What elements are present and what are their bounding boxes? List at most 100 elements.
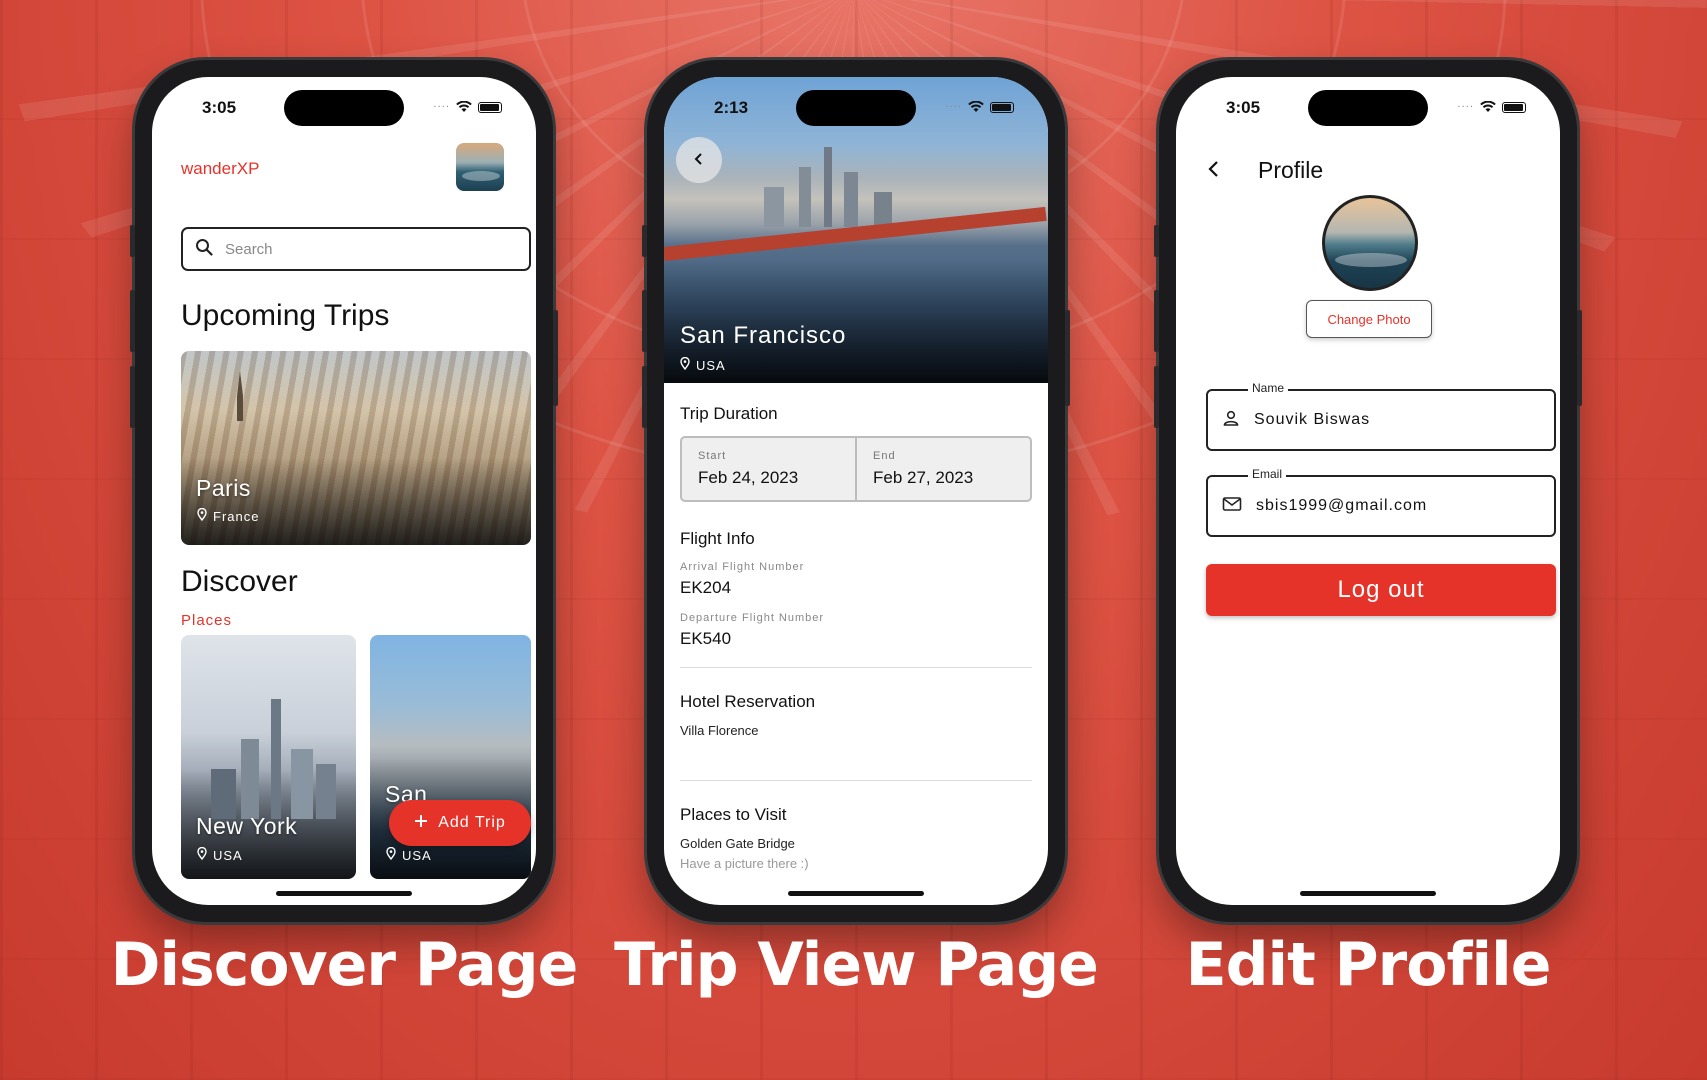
start-date-value: Feb 24, 2023 xyxy=(698,468,799,487)
place-card-country: USA xyxy=(402,847,432,863)
trip-country: USA xyxy=(696,357,726,373)
end-date-field[interactable]: End Feb 27, 2023 xyxy=(855,438,1030,500)
home-indicator xyxy=(788,891,924,896)
side-button xyxy=(1577,310,1582,406)
departure-flight-label: Departure Flight Number xyxy=(680,612,825,624)
dynamic-island xyxy=(284,90,404,126)
hotel-reservation-heading: Hotel Reservation xyxy=(680,692,816,711)
side-button xyxy=(1065,310,1070,406)
start-date-label: Start xyxy=(698,450,727,462)
dynamic-island xyxy=(796,90,916,126)
search-icon xyxy=(195,238,213,260)
email-input[interactable] xyxy=(1256,497,1536,515)
signal-dots-icon: ···· xyxy=(1457,101,1474,113)
signal-dots-icon: ···· xyxy=(433,101,450,113)
battery-icon xyxy=(990,101,1014,113)
trip-card-country: France xyxy=(213,508,260,524)
section-divider xyxy=(680,667,1032,668)
upcoming-trip-card[interactable]: Paris France xyxy=(181,351,531,545)
eiffel-tower-illustration xyxy=(234,371,246,421)
place-card[interactable]: New York USA xyxy=(181,635,356,879)
dynamic-island xyxy=(1308,90,1428,126)
logout-button[interactable]: Log out xyxy=(1206,564,1556,616)
city-skyline-illustration xyxy=(201,699,341,819)
place-to-visit-name: Golden Gate Bridge xyxy=(680,836,795,851)
change-photo-button[interactable]: Change Photo xyxy=(1306,300,1432,338)
flight-info-heading: Flight Info xyxy=(680,529,755,548)
add-trip-button[interactable]: Add Trip xyxy=(389,800,531,846)
end-date-value: Feb 27, 2023 xyxy=(873,468,974,487)
plus-icon xyxy=(414,814,428,833)
home-indicator xyxy=(276,891,412,896)
side-button xyxy=(553,310,558,406)
email-field-label: Email xyxy=(1248,467,1287,481)
caption-edit-profile: Edit Profile xyxy=(1185,930,1552,1000)
trip-card-location: France xyxy=(197,507,260,524)
place-card-city: New York xyxy=(196,813,298,839)
discover-heading: Discover xyxy=(181,565,298,598)
hotel-reservation-value: Villa Florence xyxy=(680,723,759,738)
caption-trip-view: Trip View Page xyxy=(614,930,1099,1000)
start-date-field[interactable]: Start Feb 24, 2023 xyxy=(682,438,855,500)
wifi-icon xyxy=(1480,101,1496,113)
trip-card-city: Paris xyxy=(196,475,251,501)
back-button[interactable] xyxy=(676,137,722,183)
end-date-label: End xyxy=(873,450,896,462)
status-time: 3:05 xyxy=(202,98,237,117)
status-icons: ···· xyxy=(433,101,502,113)
phone-trip-view: 2:13 ···· San Francisco USA Trip Duratio… xyxy=(642,60,1070,922)
side-button xyxy=(642,366,647,428)
search-field[interactable] xyxy=(181,227,531,271)
chevron-left-icon xyxy=(1206,161,1222,183)
place-card-location: USA xyxy=(386,846,432,863)
screen-trip-view: 2:13 ···· San Francisco USA Trip Duratio… xyxy=(664,77,1048,905)
email-field[interactable]: Email xyxy=(1206,467,1556,537)
side-button xyxy=(642,290,647,352)
arrival-flight-value: EK204 xyxy=(680,578,732,597)
side-button xyxy=(1154,290,1159,352)
back-button[interactable] xyxy=(1206,159,1222,183)
wifi-icon xyxy=(968,101,984,113)
side-button xyxy=(1154,225,1159,257)
departure-flight-value: EK540 xyxy=(680,629,732,648)
trip-duration-heading: Trip Duration xyxy=(680,404,778,423)
screen-discover: 3:05 ···· wanderXP Upcoming Trips Paris xyxy=(152,77,536,905)
side-button xyxy=(1154,366,1159,428)
mail-icon xyxy=(1222,496,1242,516)
place-to-visit-note: Have a picture there :) xyxy=(680,856,809,871)
battery-icon xyxy=(478,101,502,113)
city-skyline-illustration xyxy=(704,147,944,227)
arrival-flight-label: Arrival Flight Number xyxy=(680,561,805,573)
battery-icon xyxy=(1502,101,1526,113)
location-pin-icon xyxy=(197,846,207,863)
places-to-visit-heading: Places to Visit xyxy=(680,805,787,824)
profile-avatar xyxy=(1322,195,1418,291)
home-indicator xyxy=(1300,891,1436,896)
profile-avatar-button[interactable] xyxy=(456,143,504,191)
side-button xyxy=(130,225,135,257)
wifi-icon xyxy=(456,101,472,113)
places-label: Places xyxy=(181,612,233,629)
name-field-label: Name xyxy=(1248,381,1289,395)
status-time: 3:05 xyxy=(1226,98,1261,117)
status-time: 2:13 xyxy=(714,98,749,117)
name-field[interactable]: Name xyxy=(1206,381,1556,451)
trip-duration-picker[interactable]: Start Feb 24, 2023 End Feb 27, 2023 xyxy=(680,436,1032,502)
screen-edit-profile: 3:05 ···· Profile Change Photo Name Emai… xyxy=(1176,77,1560,905)
location-pin-icon xyxy=(680,356,690,373)
name-input[interactable] xyxy=(1254,411,1534,429)
signal-dots-icon: ···· xyxy=(945,101,962,113)
search-input[interactable] xyxy=(225,240,505,258)
place-card-location: USA xyxy=(197,846,243,863)
caption-discover: Discover Page xyxy=(110,930,579,1000)
app-brand: wanderXP xyxy=(181,159,260,178)
chevron-left-icon xyxy=(692,151,706,170)
status-icons: ···· xyxy=(1457,101,1526,113)
phone-edit-profile: 3:05 ···· Profile Change Photo Name Emai… xyxy=(1154,60,1582,922)
side-button xyxy=(642,225,647,257)
phone-discover: 3:05 ···· wanderXP Upcoming Trips Paris xyxy=(130,60,558,922)
add-trip-label: Add Trip xyxy=(438,814,506,831)
trip-location: USA xyxy=(680,356,726,373)
place-card-country: USA xyxy=(213,847,243,863)
trip-city-title: San Francisco xyxy=(680,322,847,349)
